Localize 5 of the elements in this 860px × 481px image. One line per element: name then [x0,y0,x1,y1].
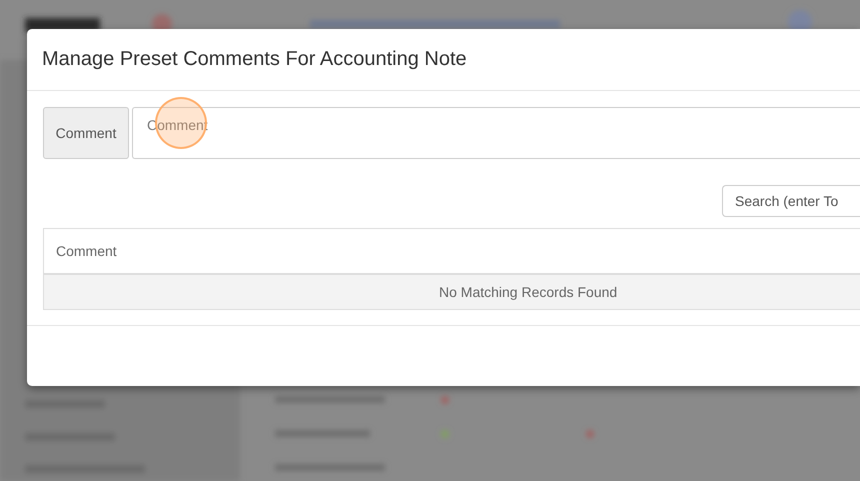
comment-label: Comment [43,107,129,159]
search-field[interactable]: Search (enter To [722,185,860,217]
empty-table-message: No Matching Records Found [44,275,860,309]
column-header[interactable]: Comment [56,243,117,259]
dialog-title: Manage Preset Comments For Accounting Note [42,48,467,71]
